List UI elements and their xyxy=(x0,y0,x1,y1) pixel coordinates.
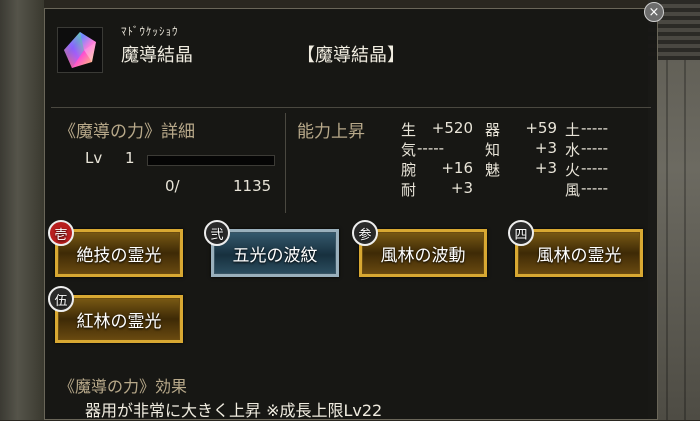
stat-value: ----- xyxy=(417,139,445,157)
skill-button-5[interactable]: 伍 紅林の霊光 xyxy=(48,286,183,343)
stat-label: 土 xyxy=(565,121,581,139)
stat-value: +16 xyxy=(441,159,473,177)
level-value: 1 xyxy=(125,149,135,167)
stat-label: 火 xyxy=(565,161,581,179)
item-bracket-name: 【魔導結晶】 xyxy=(297,45,405,66)
stats-title: 能力上昇 xyxy=(297,122,365,142)
section-divider xyxy=(285,113,286,213)
item-name: 魔導結晶 xyxy=(121,45,193,66)
skill-label: 絶技の霊光 xyxy=(76,245,162,266)
skill-badge: 四 xyxy=(508,220,534,246)
background-left xyxy=(0,0,44,420)
skill-label: 風林の霊光 xyxy=(536,245,622,266)
stat-label: 器 xyxy=(485,121,501,139)
xp-total: 1135 xyxy=(233,177,272,195)
stat-value: +3 xyxy=(450,179,473,197)
skill-badge: 壱 xyxy=(48,220,74,246)
stat-value: ----- xyxy=(581,119,609,137)
stat-value: ----- xyxy=(581,179,609,197)
skill-label: 紅林の霊光 xyxy=(76,311,162,332)
stat-label: 風 xyxy=(565,181,581,199)
item-detail-panel: ﾏﾄﾞｳｹｯｼｮｳ 魔導結晶 【魔導結晶】 《魔導の力》詳細 Lv 1 0/ 1… xyxy=(44,8,658,420)
stat-label: 魅 xyxy=(485,161,501,179)
close-icon: × xyxy=(648,4,660,20)
stat-label: 気 xyxy=(401,141,417,159)
skill-badge: 参 xyxy=(352,220,378,246)
skill-button-4[interactable]: 四 風林の霊光 xyxy=(508,220,643,277)
stat-value: ----- xyxy=(581,139,609,157)
skill-button-3[interactable]: 参 風林の波動 xyxy=(352,220,487,277)
stat-label: 生 xyxy=(401,121,417,139)
effect-title: 《魔導の力》効果 xyxy=(59,377,188,396)
skill-badge: 弐 xyxy=(204,220,230,246)
effect-text: 器用が非常に大きく上昇 ※成長上限Lv22 xyxy=(85,401,383,420)
stat-label: 知 xyxy=(485,141,501,159)
close-button[interactable]: × xyxy=(644,2,664,22)
xp-progress-bar xyxy=(147,155,275,166)
crystal-icon xyxy=(57,27,103,73)
skill-badge: 伍 xyxy=(48,286,74,312)
stat-value: ----- xyxy=(581,159,609,177)
level-label: Lv xyxy=(85,149,103,167)
stat-value: +59 xyxy=(525,119,557,137)
stat-label: 水 xyxy=(565,141,581,159)
stat-value: +3 xyxy=(534,139,557,157)
detail-title: 《魔導の力》詳細 xyxy=(59,122,195,142)
skill-label: 風林の波動 xyxy=(380,245,466,266)
skill-button-2[interactable]: 弐 五光の波紋 xyxy=(204,220,339,277)
stat-label: 耐 xyxy=(401,181,417,199)
header-divider xyxy=(51,107,651,108)
stat-label: 腕 xyxy=(401,161,417,179)
skill-button-1[interactable]: 壱 絶技の霊光 xyxy=(48,220,183,277)
stat-value: +3 xyxy=(534,159,557,177)
item-header: ﾏﾄﾞｳｹｯｼｮｳ 魔導結晶 【魔導結晶】 xyxy=(45,9,657,109)
xp-current: 0/ xyxy=(165,177,180,195)
skill-label: 五光の波紋 xyxy=(232,245,318,266)
stat-value: +520 xyxy=(431,119,473,137)
item-kana: ﾏﾄﾞｳｹｯｼｮｳ xyxy=(121,25,179,38)
